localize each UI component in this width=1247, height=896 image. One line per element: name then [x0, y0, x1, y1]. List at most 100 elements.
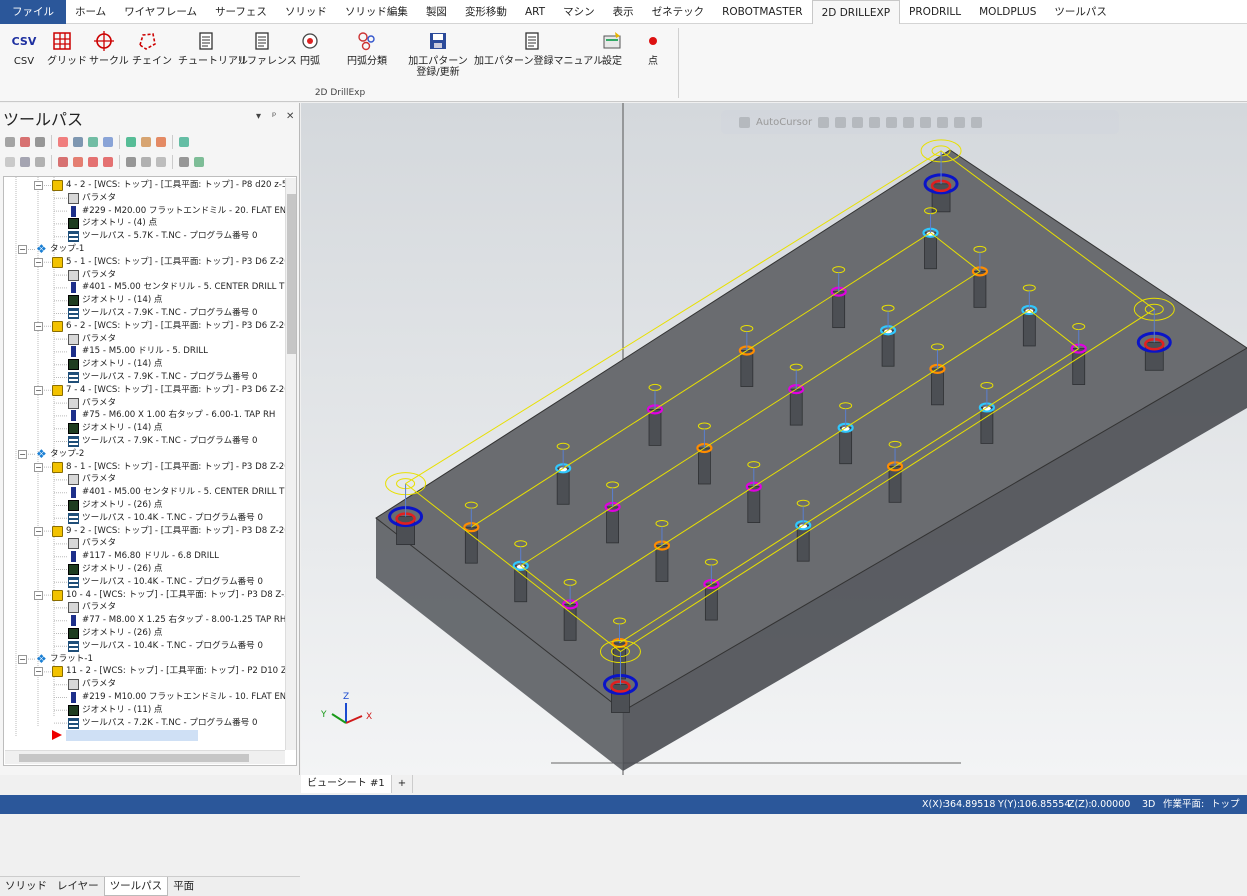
view-rotate-icon[interactable] [954, 116, 966, 128]
menu-tab-1[interactable]: ホーム [66, 0, 115, 24]
ribbon-button-1[interactable]: グリッド [47, 29, 87, 67]
view-sheet-tab-1[interactable]: + [392, 775, 414, 793]
ribbon-button-2[interactable]: サークル [89, 29, 129, 67]
ptool1-button-10-icon[interactable] [177, 135, 191, 149]
tree-collapse-toggle[interactable]: − [34, 667, 43, 677]
tree-item-par[interactable]: パラメタ [68, 397, 116, 410]
ribbon-button-4[interactable]: チュートリアル [178, 29, 248, 67]
tree-item-par[interactable]: パラメタ [68, 333, 116, 346]
tree-item-par[interactable]: パラメタ [68, 473, 116, 486]
ptool1-button-4-icon[interactable] [71, 135, 85, 149]
tree-item-tp[interactable]: ツールパス - 7.9K - T.NC - プログラム番号 0 [68, 371, 257, 384]
menu-tab-3[interactable]: サーフェス [206, 0, 276, 24]
tree-item-geo[interactable]: ジオメトリ - (11) 点 [68, 704, 163, 717]
menu-tab-16[interactable]: ツールパス [1045, 0, 1116, 24]
menu-tab-12[interactable]: ROBOTMASTER [713, 0, 812, 24]
snap-icon[interactable] [818, 116, 830, 128]
tree-item-geo[interactable]: ジオメトリ - (14) 点 [68, 358, 163, 371]
ribbon-button-11[interactable]: 点 [638, 29, 668, 67]
body-select-icon[interactable] [903, 116, 915, 128]
insert-position-row[interactable] [66, 730, 198, 741]
tree-vertical-scrollbar[interactable] [285, 178, 296, 750]
ribbon-button-0[interactable]: CSV CSV [9, 29, 39, 68]
tree-item-op[interactable]: 8 - 1 - [WCS: トップ] - [工具平面: トップ] - P3 D8… [52, 461, 290, 474]
menu-tab-4[interactable]: ソリッド [276, 0, 336, 24]
menu-tab-13[interactable]: 2D DRILLEXP [811, 0, 901, 25]
close-icon[interactable]: ✕ [286, 111, 294, 122]
tree-item-geo[interactable]: ジオメトリ - (26) 点 [68, 499, 163, 512]
menu-tab-0[interactable]: ファイル [0, 0, 66, 24]
tree-collapse-toggle[interactable]: − [34, 181, 43, 190]
ptool2-button-4-icon[interactable] [71, 155, 85, 169]
ptool2-button-9-icon[interactable] [154, 155, 168, 169]
menu-tab-5[interactable]: ソリッド編集 [336, 0, 417, 24]
panel-tab-2[interactable]: ツールパス [103, 877, 169, 896]
ptool1-button-8-icon[interactable] [139, 135, 153, 149]
tree-item-geo[interactable]: ジオメトリ - (14) 点 [68, 422, 163, 435]
work-plane-value[interactable]: トップ [1211, 795, 1240, 814]
tree-item-grp[interactable]: ❖ フラット-1 [36, 653, 93, 666]
panel-menu-icon[interactable]: ▾ [256, 111, 261, 122]
ribbon-button-3[interactable]: チェイン [132, 29, 172, 67]
tree-item-op[interactable]: 7 - 4 - [WCS: トップ] - [工具平面: トップ] - P3 D6… [52, 384, 290, 397]
insert-arrow-icon[interactable] [52, 730, 62, 740]
tree-item-tool[interactable]: #219 - M10.00 フラットエンドミル - 10. FLAT ENDMI… [68, 691, 296, 704]
tree-collapse-toggle[interactable]: − [18, 449, 27, 459]
ptool1-button-6-icon[interactable] [101, 135, 115, 149]
ptool2-button-5-icon[interactable] [86, 155, 100, 169]
menu-tab-10[interactable]: 表示 [604, 0, 643, 24]
ribbon-button-6[interactable]: 円弧 [295, 29, 325, 67]
solid-select-icon[interactable] [852, 116, 864, 128]
select-icon[interactable] [835, 116, 847, 128]
panel-tab-1[interactable]: レイヤー [52, 877, 104, 896]
tree-collapse-toggle[interactable]: − [18, 654, 27, 664]
menu-tab-11[interactable]: ゼネテック [643, 0, 714, 24]
tree-item-tp[interactable]: ツールパス - 7.9K - T.NC - プログラム番号 0 [68, 307, 257, 320]
tree-item-grp[interactable]: ❖ タップ-2 [36, 448, 84, 461]
tree-item-par[interactable]: パラメタ [68, 192, 116, 205]
view-sheet-tab-0[interactable]: ビューシート #1 [301, 775, 392, 793]
tree-item-tool[interactable]: #117 - M6.80 ドリル - 6.8 DRILL [68, 550, 219, 563]
tree-collapse-toggle[interactable]: − [18, 245, 27, 254]
ptool2-button-8-icon[interactable] [139, 155, 153, 169]
window-select-icon[interactable] [937, 116, 949, 128]
face-select-icon[interactable] [869, 116, 881, 128]
tree-collapse-toggle[interactable]: − [34, 385, 43, 395]
tree-item-geo[interactable]: ジオメトリ - (26) 点 [68, 627, 163, 640]
menu-tab-2[interactable]: ワイヤフレーム [115, 0, 206, 24]
tree-item-geo[interactable]: ジオメトリ - (14) 点 [68, 294, 163, 307]
vertical-scroll-thumb[interactable] [287, 194, 296, 354]
ptool1-button-0-icon[interactable] [3, 135, 17, 149]
view-mode[interactable]: 3D [1142, 795, 1155, 814]
tree-item-tp[interactable]: ツールパス - 10.4K - T.NC - プログラム番号 0 [68, 640, 263, 653]
ribbon-button-8[interactable]: 加工パターン 登録/更新 [407, 29, 469, 78]
tree-item-tool[interactable]: #15 - M5.00 ドリル - 5. DRILL [68, 345, 208, 358]
3d-part-view[interactable]: X Y Z [301, 103, 1247, 775]
tree-item-par[interactable]: パラメタ [68, 269, 116, 282]
tree-item-tp[interactable]: ツールパス - 10.4K - T.NC - プログラム番号 0 [68, 576, 263, 589]
ribbon-button-10[interactable]: 設定 [597, 29, 627, 67]
pin-icon[interactable]: ᵖ [272, 111, 276, 122]
tree-item-tp[interactable]: ツールパス - 7.9K - T.NC - プログラム番号 0 [68, 435, 257, 448]
tree-item-tool[interactable]: #75 - M6.00 X 1.00 右タップ - 6.00-1. TAP RH [68, 409, 275, 422]
tree-horizontal-scrollbar[interactable] [5, 750, 285, 764]
filter-icon[interactable] [920, 116, 932, 128]
tree-item-par[interactable]: パラメタ [68, 601, 116, 614]
tree-item-tool[interactable]: #401 - M5.00 センタドリル - 5. CENTER DRILL TI… [68, 281, 293, 294]
ptool2-button-10-icon[interactable] [177, 155, 191, 169]
ptool2-button-1-icon[interactable] [18, 155, 32, 169]
tree-item-par[interactable]: パラメタ [68, 678, 116, 691]
tree-item-grp[interactable]: ❖ タップ-1 [36, 243, 84, 256]
tree-item-par[interactable]: パラメタ [68, 537, 116, 550]
menu-tab-8[interactable]: ART [516, 0, 554, 24]
tree-item-geo[interactable]: ジオメトリ - (4) 点 [68, 217, 157, 230]
ptool2-button-7-icon[interactable] [124, 155, 138, 169]
tree-item-tool[interactable]: #229 - M20.00 フラットエンドミル - 20. FLAT ENDMI… [68, 205, 296, 218]
ptool1-button-9-icon[interactable] [154, 135, 168, 149]
ptool2-button-2-icon[interactable] [33, 155, 47, 169]
tree-collapse-toggle[interactable]: − [34, 257, 43, 267]
tree-item-op[interactable]: 10 - 4 - [WCS: トップ] - [工具平面: トップ] - P3 D… [52, 589, 295, 602]
tree-collapse-toggle[interactable]: − [34, 590, 43, 600]
lock-icon[interactable] [739, 116, 750, 128]
tree-item-op[interactable]: 6 - 2 - [WCS: トップ] - [工具平面: トップ] - P3 D6… [52, 320, 290, 333]
